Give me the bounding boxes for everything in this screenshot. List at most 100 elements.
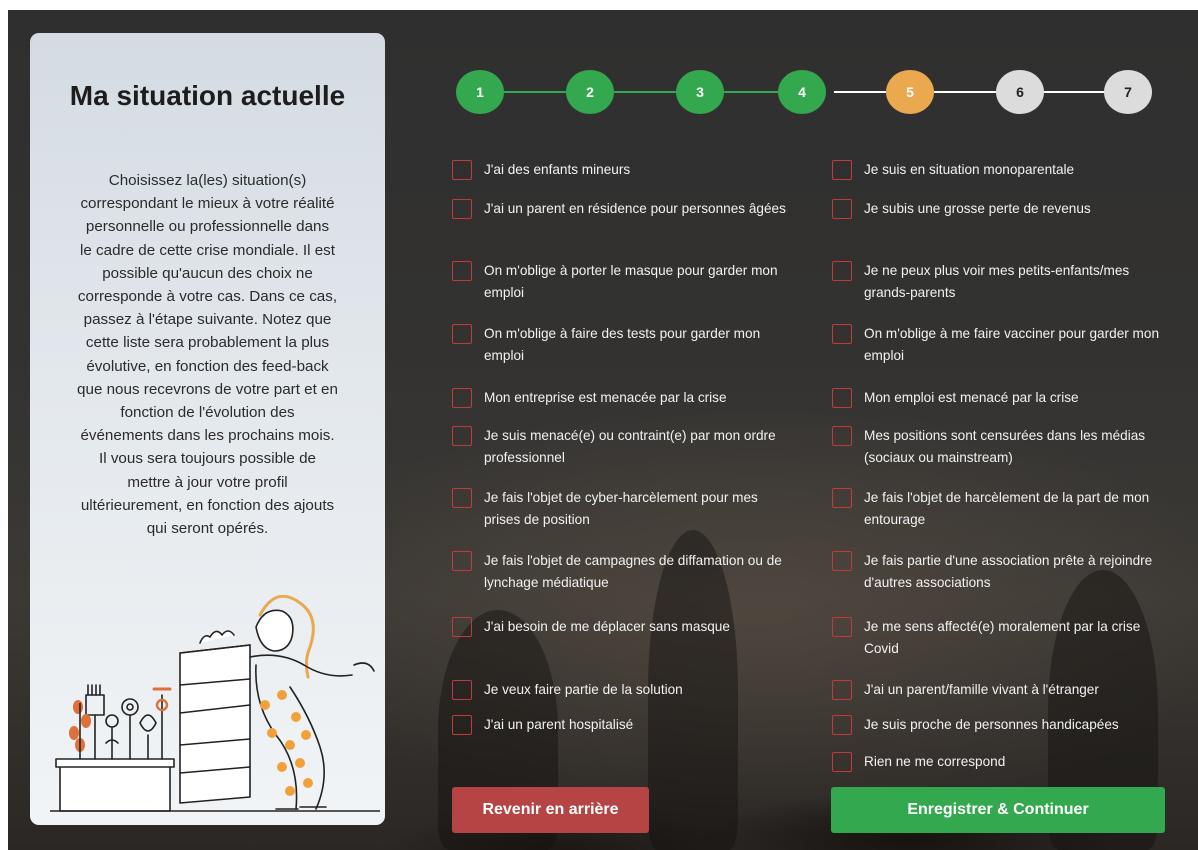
option-petits-enfants[interactable]: Je ne peux plus voir mes petits-enfants/… [832, 260, 1177, 304]
option-affecte-moralement[interactable]: Je me sens affecté(e) moralement par la … [832, 616, 1177, 660]
option-label: On m'oblige à me faire vacciner pour gar… [864, 326, 1160, 363]
checkbox[interactable] [452, 617, 472, 637]
option-emploi-menace[interactable]: Mon emploi est menacé par la crise [832, 387, 1177, 409]
back-button[interactable]: Revenir en arrière [452, 787, 649, 833]
option-enfants-mineurs[interactable]: J'ai des enfants mineurs [452, 159, 792, 181]
option-masque-emploi[interactable]: On m'oblige à porter le masque pour gard… [452, 260, 792, 304]
checkbox[interactable] [452, 551, 472, 571]
option-tests-emploi[interactable]: On m'oblige à faire des tests pour garde… [452, 323, 792, 367]
checkbox[interactable] [832, 426, 852, 446]
option-positions-censurees[interactable]: Mes positions sont censurées dans les mé… [832, 425, 1177, 469]
option-label: J'ai un parent/famille vivant à l'étrang… [864, 682, 1099, 697]
option-label: Mon entreprise est menacée par la crise [484, 390, 727, 405]
step-4[interactable]: 4 [778, 70, 826, 114]
checkbox[interactable] [452, 680, 472, 700]
instructions-line: personnelle ou professionnelle dans [85, 218, 330, 236]
instructions-line: possible qu'aucun des choix ne [102, 264, 313, 282]
option-label: Mes positions sont censurées dans les mé… [864, 428, 1146, 465]
checkbox[interactable] [452, 715, 472, 735]
option-ordre-professionnel[interactable]: Je suis menacé(e) ou contraint(e) par mo… [452, 425, 792, 469]
save-continue-button[interactable]: Enregistrer & Continuer [831, 787, 1165, 833]
option-entreprise-menacee[interactable]: Mon entreprise est menacée par la crise [452, 387, 792, 409]
option-harcelement-entourage[interactable]: Je fais l'objet de harcèlement de la par… [832, 487, 1177, 531]
option-label: Je fais partie d'une association prête à… [864, 553, 1153, 590]
instructions-text: Choisissez la(les) situation(s) correspo… [44, 169, 371, 540]
option-label: J'ai un parent hospitalisé [484, 717, 634, 732]
checkbox[interactable] [452, 488, 472, 508]
info-panel: Ma situation actuelle Choisissez la(les)… [30, 33, 385, 825]
checkbox[interactable] [832, 199, 852, 219]
option-personnes-handicapees[interactable]: Je suis proche de personnes handicapées [832, 714, 1177, 736]
instructions-line: correspondant le mieux à votre réalité [80, 195, 335, 213]
instructions-line: évolutive, en fonction des feed-back [86, 357, 329, 375]
instructions-line: ultérieurement, en fonction des ajouts [80, 496, 335, 514]
instructions-line: le cadre de cette crise mondiale. Il est [80, 241, 335, 259]
checkbox[interactable] [452, 199, 472, 219]
option-sans-masque[interactable]: J'ai besoin de me déplacer sans masque [452, 616, 792, 638]
checkbox[interactable] [832, 324, 852, 344]
option-partie-solution[interactable]: Je veux faire partie de la solution [452, 679, 792, 701]
checkbox[interactable] [452, 388, 472, 408]
checkbox[interactable] [832, 752, 852, 772]
checkbox[interactable] [452, 426, 472, 446]
option-label: Je ne peux plus voir mes petits-enfants/… [864, 263, 1130, 300]
instructions-line: événements dans les prochains mois. [80, 427, 335, 445]
checkbox[interactable] [832, 680, 852, 700]
option-label: Je subis une grosse perte de revenus [864, 201, 1091, 216]
option-label: On m'oblige à porter le masque pour gard… [484, 263, 778, 300]
option-rien-ne-correspond[interactable]: Rien ne me correspond [832, 751, 1177, 773]
option-parent-hospitalise[interactable]: J'ai un parent hospitalisé [452, 714, 792, 736]
checkbox[interactable] [832, 715, 852, 735]
checkbox[interactable] [832, 617, 852, 637]
instructions-line: mettre à jour votre profil [127, 473, 288, 491]
instructions-line: corresponde à votre cas. Dans ce cas, [77, 288, 338, 306]
stepper-line [934, 91, 996, 93]
option-label: J'ai des enfants mineurs [484, 162, 631, 177]
step-5[interactable]: 5 [886, 70, 934, 114]
option-famille-etranger[interactable]: J'ai un parent/famille vivant à l'étrang… [832, 679, 1177, 701]
option-cyber-harcelement[interactable]: Je fais l'objet de cyber-harcèlement pou… [452, 487, 792, 531]
stepper-line [614, 91, 676, 93]
instructions-line: passez à l'étape suivante. Notez que [83, 311, 332, 329]
checkbox[interactable] [452, 261, 472, 281]
option-label: Je fais l'objet de campagnes de diffamat… [484, 553, 782, 590]
option-vaccin-emploi[interactable]: On m'oblige à me faire vacciner pour gar… [832, 323, 1177, 367]
instructions-line: cette liste sera probablement la plus [85, 334, 330, 352]
progress-stepper: 1 2 3 4 5 6 7 [456, 70, 1156, 114]
step-2[interactable]: 2 [566, 70, 614, 114]
stepper-line [1044, 91, 1106, 93]
option-label: Je me sens affecté(e) moralement par la … [864, 619, 1141, 656]
checkbox[interactable] [832, 488, 852, 508]
step-7[interactable]: 7 [1104, 70, 1152, 114]
checkbox[interactable] [452, 324, 472, 344]
stepper-line [504, 91, 566, 93]
option-label: Mon emploi est menacé par la crise [864, 390, 1079, 405]
option-diffamation[interactable]: Je fais l'objet de campagnes de diffamat… [452, 550, 792, 594]
option-label: Rien ne me correspond [864, 754, 1006, 769]
option-parent-residence[interactable]: J'ai un parent en résidence pour personn… [452, 198, 792, 220]
checkbox[interactable] [832, 160, 852, 180]
option-label: J'ai besoin de me déplacer sans masque [484, 619, 730, 634]
option-label: J'ai un parent en résidence pour personn… [484, 201, 786, 216]
checkbox[interactable] [832, 388, 852, 408]
step-3[interactable]: 3 [676, 70, 724, 114]
option-association[interactable]: Je fais partie d'une association prête à… [832, 550, 1177, 594]
woman-with-boxes-illustration [50, 595, 380, 812]
checkbox[interactable] [832, 261, 852, 281]
step-6[interactable]: 6 [996, 70, 1044, 114]
option-label: Je fais l'objet de harcèlement de la par… [864, 490, 1150, 527]
instructions-line: qui seront opérés. [146, 520, 269, 538]
option-label: Je suis proche de personnes handicapées [864, 717, 1119, 732]
option-label: On m'oblige à faire des tests pour garde… [484, 326, 761, 363]
option-label: Je veux faire partie de la solution [484, 682, 683, 697]
checkbox[interactable] [452, 160, 472, 180]
checkbox[interactable] [832, 551, 852, 571]
option-perte-revenus[interactable]: Je subis une grosse perte de revenus [832, 198, 1177, 220]
option-label: Je suis menacé(e) ou contraint(e) par mo… [484, 428, 776, 465]
stepper-line [834, 91, 886, 93]
instructions-line: Il vous sera toujours possible de [99, 450, 316, 468]
step-1[interactable]: 1 [456, 70, 504, 114]
instructions-line: Choisissez la(les) situation(s) [108, 172, 307, 189]
option-label: Je fais l'objet de cyber-harcèlement pou… [484, 490, 758, 527]
option-monoparentale[interactable]: Je suis en situation monoparentale [832, 159, 1177, 181]
